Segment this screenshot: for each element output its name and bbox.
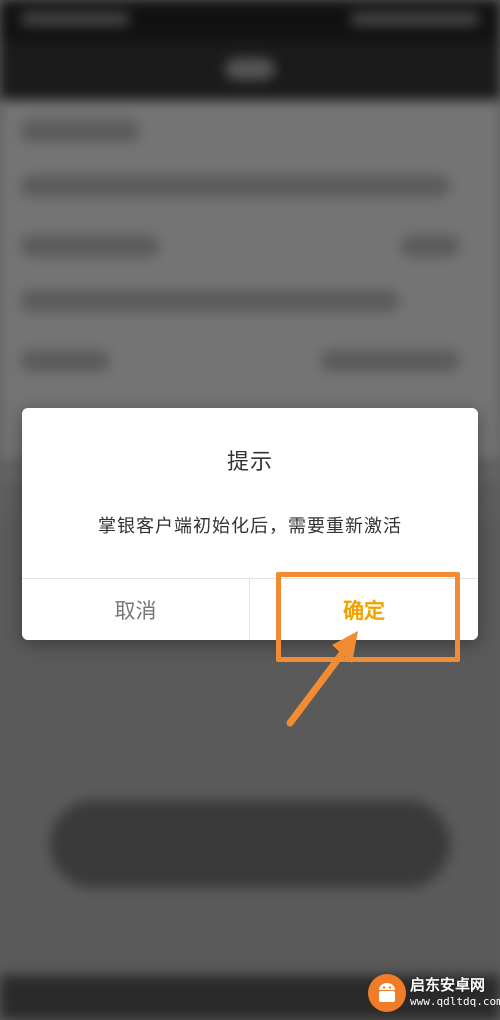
watermark-url: www.qdltdq.com	[410, 995, 500, 1008]
panel-row	[20, 290, 400, 312]
android-logo-icon	[368, 974, 406, 1012]
panel-row	[20, 175, 450, 197]
panel-row-value	[400, 235, 460, 257]
settings-panel	[0, 100, 500, 460]
background-main-button	[50, 800, 450, 888]
site-watermark: 启东安卓网 www.qdltdq.com	[368, 970, 500, 1018]
panel-row	[20, 350, 110, 372]
pointer-arrow-icon	[286, 631, 358, 727]
status-bar-right	[350, 12, 480, 26]
status-bar	[0, 0, 500, 40]
cancel-button[interactable]: 取消	[22, 579, 249, 640]
watermark-name: 启东安卓网	[410, 976, 486, 994]
header-title	[225, 58, 275, 80]
app-header	[0, 40, 500, 100]
dialog-message: 掌银客户端初始化后，需要重新激活	[98, 516, 402, 537]
dialog-title: 提示	[226, 450, 273, 475]
panel-row	[20, 235, 160, 257]
panel-row-value	[320, 350, 460, 372]
status-bar-left	[20, 12, 130, 26]
panel-row	[20, 120, 140, 142]
